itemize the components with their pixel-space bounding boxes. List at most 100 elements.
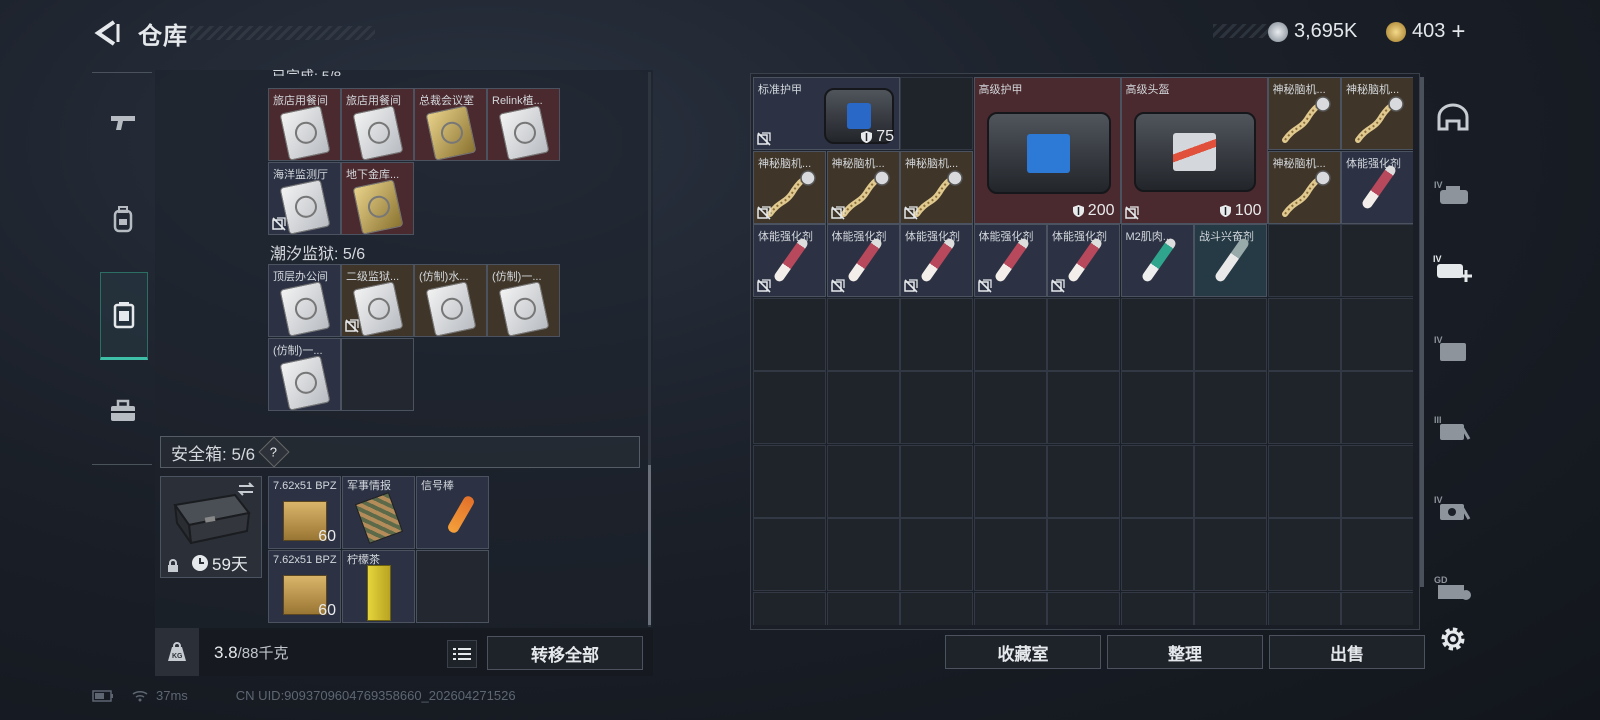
swap-icon[interactable]: [237, 482, 255, 496]
inventory-slot[interactable]: [1047, 297, 1120, 371]
filter-rig-iii[interactable]: III: [1430, 405, 1476, 451]
inventory-item[interactable]: 神秘脑机...: [1341, 77, 1413, 150]
inventory-slot[interactable]: [826, 591, 900, 625]
list-view-button[interactable]: [447, 640, 477, 668]
inventory-slot[interactable]: [753, 444, 826, 518]
safebox-item[interactable]: 7.62x51 BPZ 60: [268, 476, 341, 549]
standard-armor-item[interactable]: 标准护甲 75: [753, 77, 900, 150]
inventory-item[interactable]: 神秘脑机...: [826, 150, 900, 224]
keycard-item[interactable]: 二级监狱...: [341, 264, 414, 337]
inventory-slot[interactable]: [973, 518, 1047, 591]
inventory-slot[interactable]: [1194, 444, 1267, 518]
inventory-slot[interactable]: [900, 444, 973, 518]
keycard-item[interactable]: 顶层办公间: [268, 264, 341, 337]
inventory-slot[interactable]: [973, 444, 1047, 518]
inventory-slot[interactable]: [900, 297, 973, 371]
inventory-slot[interactable]: [753, 297, 826, 371]
advanced-helmet-item[interactable]: 高级头盔 100: [1120, 77, 1268, 224]
inventory-slot[interactable]: [1267, 371, 1341, 444]
add-gold-button[interactable]: +: [1451, 19, 1465, 43]
keycard-item[interactable]: 旅店用餐间: [268, 88, 341, 161]
inventory-slot[interactable]: [900, 371, 973, 444]
empty-slot[interactable]: [416, 550, 489, 623]
inventory-slot[interactable]: [753, 591, 826, 625]
inventory-slot[interactable]: [1047, 371, 1120, 444]
inventory-slot[interactable]: [1120, 591, 1194, 625]
transfer-all-button[interactable]: 转移全部: [487, 636, 643, 670]
safebox-item[interactable]: 柠檬茶: [342, 550, 415, 623]
settings-button[interactable]: [1430, 616, 1476, 662]
nav-backpack[interactable]: [100, 196, 146, 242]
keycard-item[interactable]: 旅店用餐间: [341, 88, 414, 161]
inventory-slot[interactable]: [1267, 297, 1341, 371]
inventory-slot[interactable]: [900, 591, 973, 625]
inventory-slot[interactable]: [1341, 297, 1413, 371]
collection-room-button[interactable]: 收藏室: [945, 635, 1101, 669]
inventory-item[interactable]: 体能强化剂: [1047, 224, 1120, 297]
nav-weapons[interactable]: [100, 100, 146, 146]
filter-armor-add[interactable]: IV: [1430, 245, 1476, 291]
inventory-slot[interactable]: [1341, 518, 1413, 591]
inventory-slot[interactable]: [826, 518, 900, 591]
inventory-slot[interactable]: [1047, 518, 1120, 591]
inventory-slot[interactable]: [1120, 444, 1194, 518]
inventory-slot[interactable]: [1194, 297, 1267, 371]
inventory-slot[interactable]: [826, 297, 900, 371]
inventory-item[interactable]: 神秘脑机...: [1267, 150, 1341, 224]
filter-helmet[interactable]: [1430, 95, 1476, 141]
keycard-item[interactable]: (仿制)一...: [487, 264, 560, 337]
keycard-item[interactable]: 地下金库...: [341, 162, 414, 235]
inventory-slot[interactable]: [973, 591, 1047, 625]
inventory-slot[interactable]: [1120, 371, 1194, 444]
filter-bag-iv[interactable]: IV: [1430, 325, 1476, 371]
keycard-item[interactable]: 总裁会议室: [414, 88, 487, 161]
inventory-slot[interactable]: [1341, 444, 1413, 518]
inventory-item[interactable]: 体能强化剂: [1341, 150, 1413, 224]
inventory-slot[interactable]: [1120, 518, 1194, 591]
inventory-item[interactable]: 体能强化剂: [753, 224, 826, 297]
safebox-slot[interactable]: 59天: [160, 476, 262, 578]
inventory-slot[interactable]: [1267, 224, 1341, 297]
inventory-slot[interactable]: [1267, 591, 1341, 625]
inventory-item[interactable]: 神秘脑机...: [900, 150, 973, 224]
keycard-item[interactable]: (仿制)一...: [268, 338, 341, 411]
keycard-item[interactable]: 海洋监测厅: [268, 162, 341, 235]
inventory-item[interactable]: 神秘脑机...: [1267, 77, 1341, 150]
silver-currency[interactable]: 3,695K: [1268, 20, 1357, 43]
inventory-item[interactable]: 战斗兴奋剂: [1194, 224, 1267, 297]
inventory-slot[interactable]: [1267, 444, 1341, 518]
stash-scroll-thumb[interactable]: [648, 465, 651, 625]
keycard-item[interactable]: Relink植...: [487, 88, 560, 161]
inventory-scrollbar[interactable]: [1420, 77, 1424, 587]
help-button[interactable]: ?: [258, 436, 290, 468]
inventory-slot[interactable]: [1341, 371, 1413, 444]
nav-storage[interactable]: [100, 272, 148, 360]
inventory-slot[interactable]: [1267, 518, 1341, 591]
inventory-slot[interactable]: [900, 77, 973, 150]
inventory-slot[interactable]: [1120, 297, 1194, 371]
filter-rig-iv[interactable]: IV: [1430, 485, 1476, 531]
inventory-slot[interactable]: [1194, 591, 1267, 625]
back-button[interactable]: [92, 18, 122, 48]
inventory-item[interactable]: 体能强化剂: [900, 224, 973, 297]
sort-button[interactable]: 整理: [1107, 635, 1263, 669]
keycard-item[interactable]: (仿制)水...: [414, 264, 487, 337]
safebox-item[interactable]: 军事情报: [342, 476, 415, 549]
inventory-item[interactable]: 神秘脑机...: [753, 150, 826, 224]
inventory-slot[interactable]: [753, 371, 826, 444]
sell-button[interactable]: 出售: [1269, 635, 1425, 669]
inventory-slot[interactable]: [1047, 591, 1120, 625]
inventory-slot[interactable]: [753, 518, 826, 591]
filter-box-gd[interactable]: GD: [1430, 565, 1476, 611]
filter-armor-iv[interactable]: IV: [1430, 170, 1476, 216]
inventory-slot[interactable]: [1194, 518, 1267, 591]
inventory-slot[interactable]: [973, 297, 1047, 371]
nav-toolbox[interactable]: [100, 388, 146, 434]
inventory-slot[interactable]: [900, 518, 973, 591]
advanced-armor-item[interactable]: 高级护甲 200: [973, 77, 1121, 224]
safebox-item[interactable]: 7.62x51 BPZ 60: [268, 550, 341, 623]
safebox-item[interactable]: 信号棒: [416, 476, 489, 549]
inventory-item[interactable]: 体能强化剂: [973, 224, 1047, 297]
inventory-slot[interactable]: [1341, 591, 1413, 625]
inventory-item[interactable]: 体能强化剂: [826, 224, 900, 297]
